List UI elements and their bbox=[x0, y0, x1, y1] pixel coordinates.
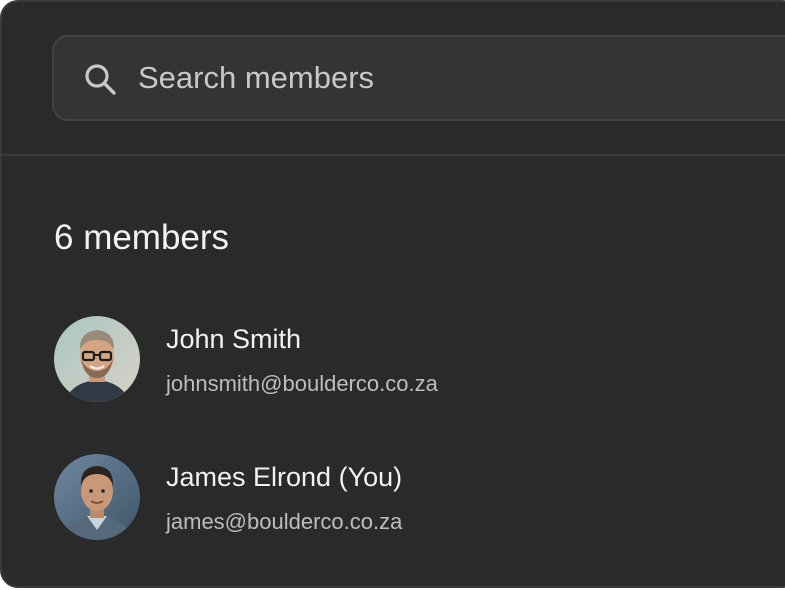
member-name: James Elrond (You) bbox=[166, 462, 403, 492]
avatar bbox=[54, 454, 140, 540]
search-box[interactable] bbox=[52, 35, 785, 121]
search-icon bbox=[82, 61, 118, 97]
member-item-james-elrond[interactable]: James Elrond (You) james@boulderco.co.za bbox=[54, 454, 754, 542]
members-panel: 6 members bbox=[0, 0, 785, 588]
member-email: james@boulderco.co.za bbox=[166, 509, 403, 534]
member-email: johnsmith@boulderco.co.za bbox=[166, 371, 438, 396]
member-item-john-smith[interactable]: John Smith johnsmith@boulderco.co.za bbox=[54, 316, 754, 404]
search-input[interactable] bbox=[138, 37, 778, 119]
avatar bbox=[54, 316, 140, 402]
members-count-heading: 6 members bbox=[54, 218, 230, 257]
member-name: John Smith bbox=[166, 324, 302, 354]
divider bbox=[2, 154, 785, 156]
